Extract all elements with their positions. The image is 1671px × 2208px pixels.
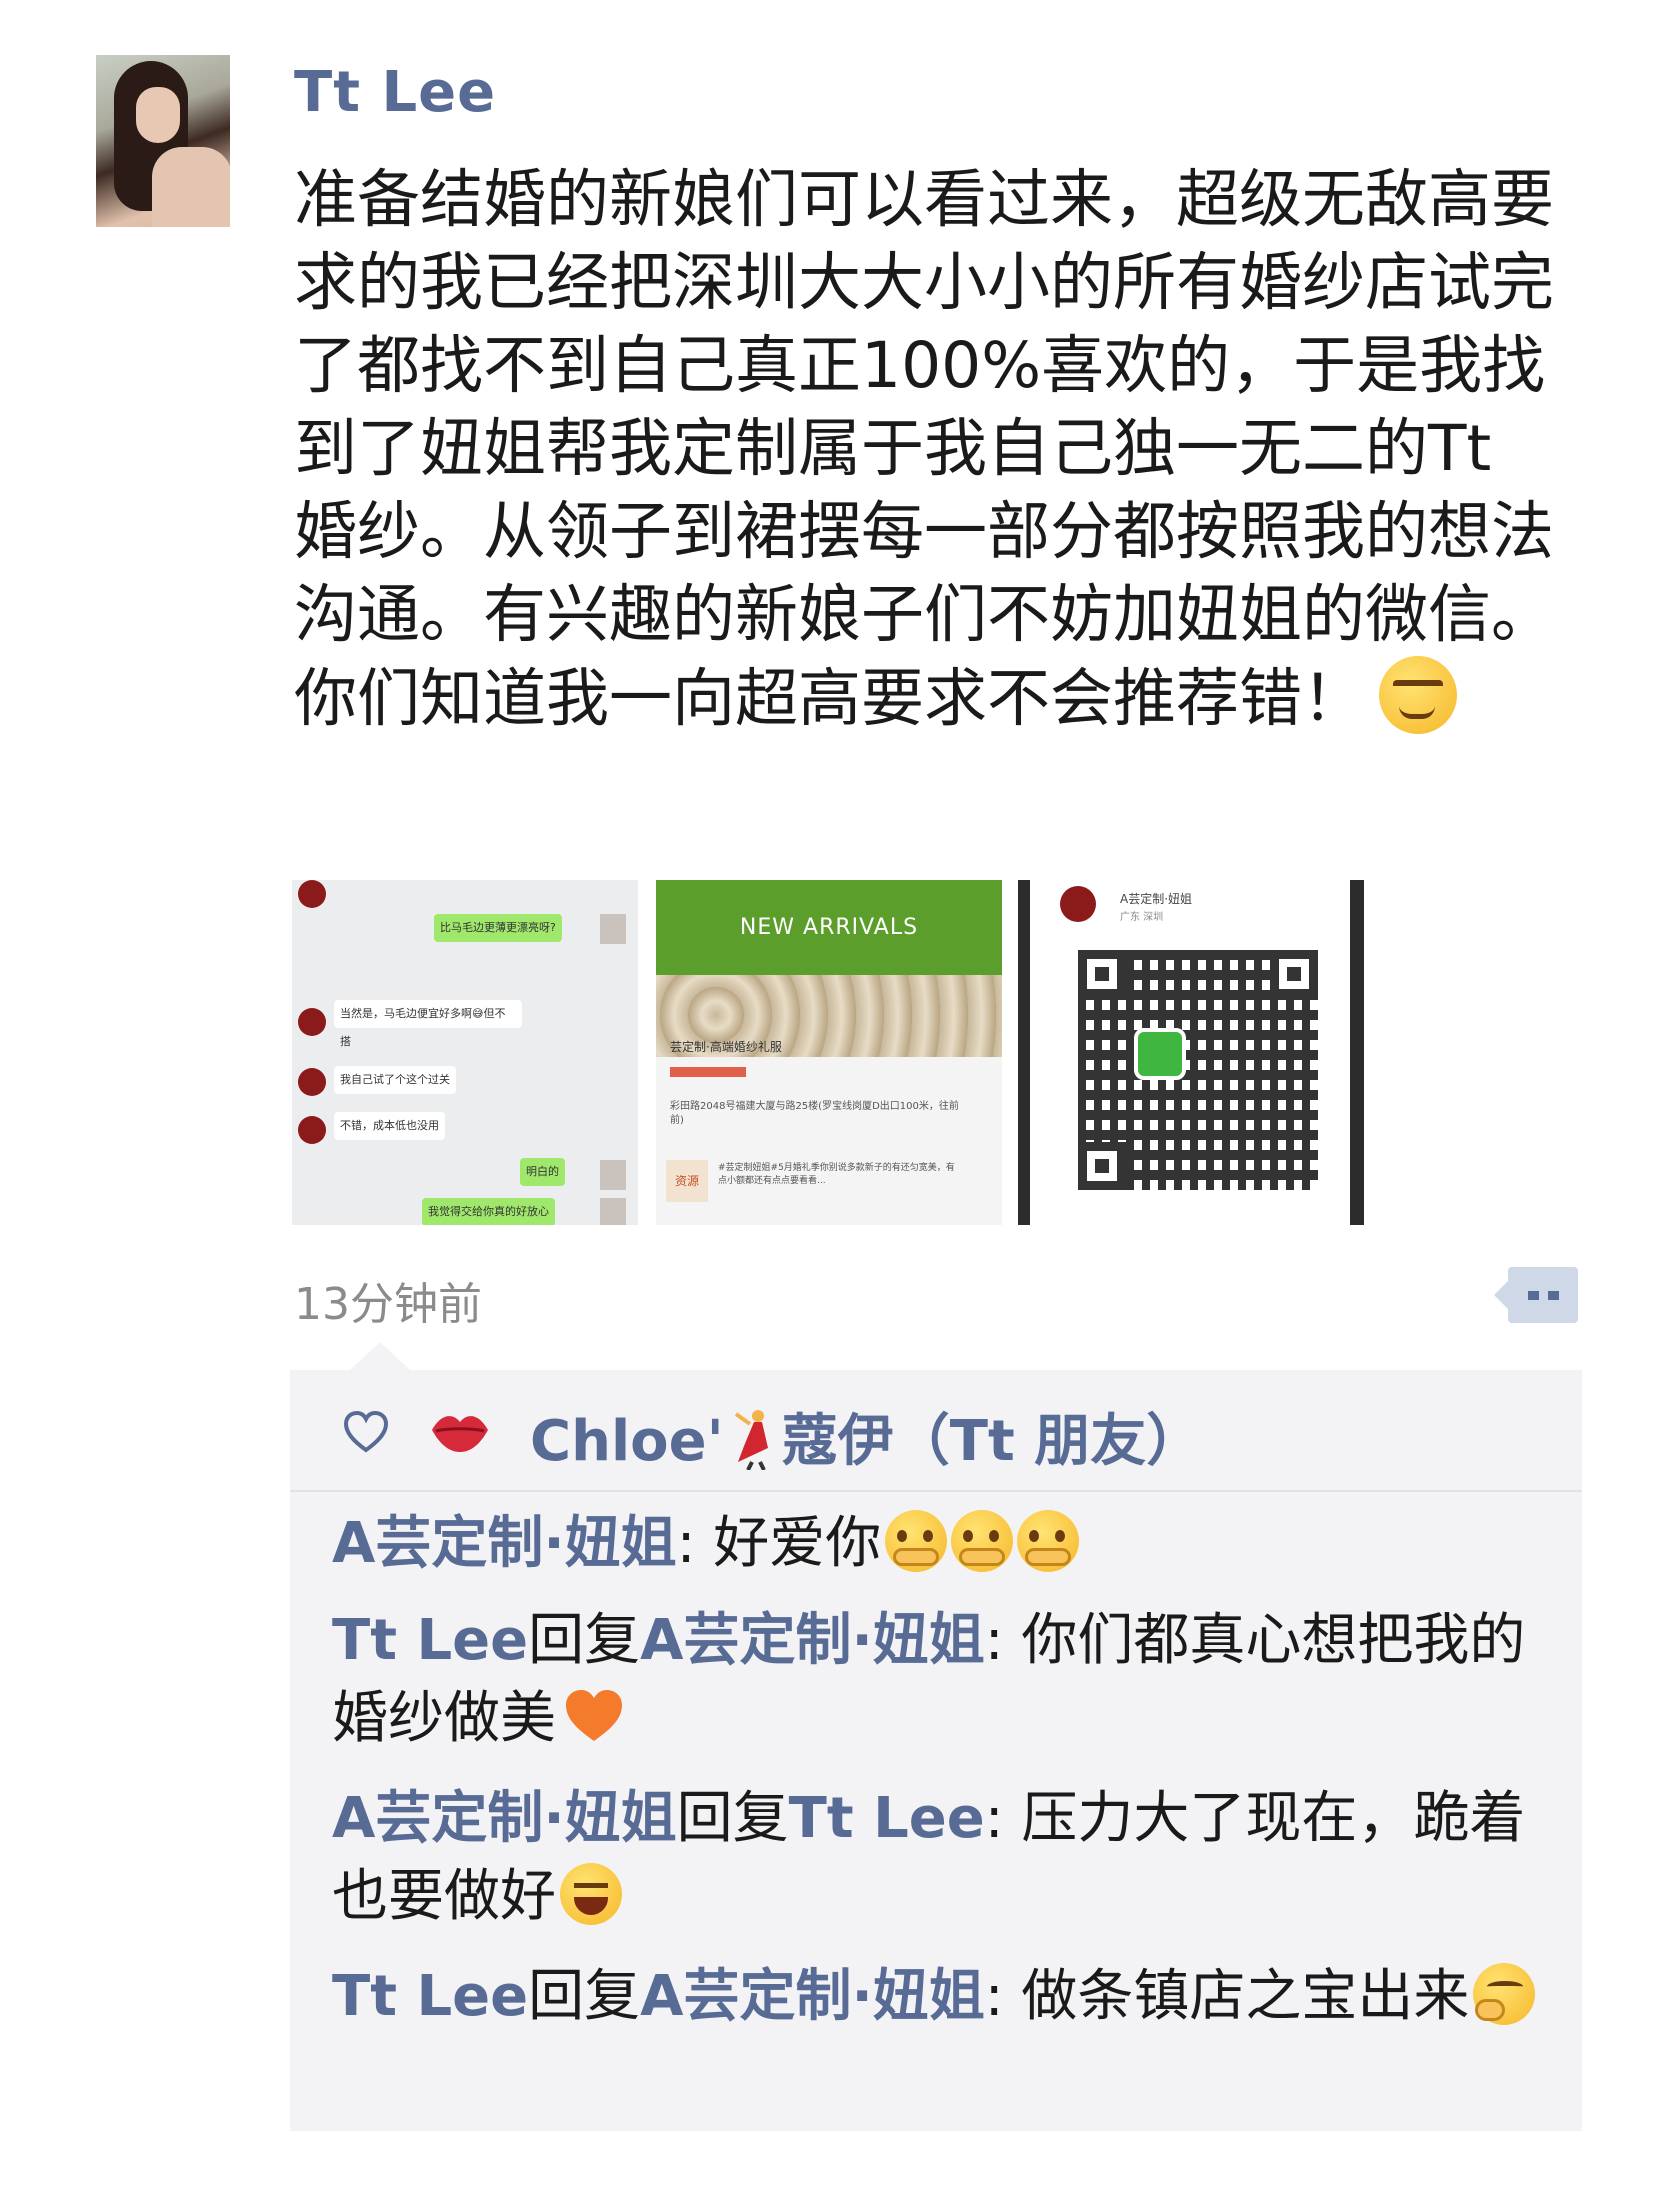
like-name[interactable]: 蔻伊（Tt 朋友）	[782, 1409, 1202, 1474]
hug-emoji-icon	[1017, 1510, 1080, 1572]
lips-icon	[432, 1416, 488, 1452]
chat-avatar-icon	[600, 1160, 626, 1190]
comments-panel: Chloe' 蔻伊（Tt 朋友） A芸定制·妞姐: 好爱你 Tt Lee回复A芸定…	[290, 1342, 1582, 2131]
qr-finder-icon	[1078, 1142, 1126, 1190]
post-timestamp: 13分钟前	[294, 1279, 482, 1330]
likes-names[interactable]: Chloe' 蔻伊（Tt 朋友）	[530, 1396, 1202, 1477]
chat-avatar-icon	[298, 1116, 326, 1144]
chat-avatar-icon	[600, 1198, 626, 1225]
reply-target[interactable]: A芸定制·妞姐	[640, 1964, 985, 2029]
comment-author[interactable]: A芸定制·妞姐	[332, 1786, 677, 1851]
chat-avatar-icon	[298, 880, 326, 908]
qr-owner-region: 广东 深圳	[1120, 912, 1164, 923]
thinking-emoji-icon	[1473, 1963, 1536, 2025]
chat-bubble: 我自己试了个这个过关	[334, 1066, 456, 1094]
comment-item[interactable]: A芸定制·妞姐回复Tt Lee: 压力大了现在，跪着也要做好	[332, 1780, 1562, 1936]
chat-bubble: 明白的	[520, 1158, 565, 1186]
chat-avatar-icon	[298, 1068, 326, 1096]
chat-bubble: 不错，成本低也没用	[334, 1112, 445, 1140]
chat-bubble: 我觉得交给你真的好放心	[422, 1198, 555, 1225]
reply-word: 回复	[528, 1964, 641, 2029]
comment-author[interactable]: Tt Lee	[332, 1964, 528, 2029]
qr-card: A芸定制·妞姐 广东 深圳	[1030, 880, 1350, 1225]
qr-owner-avatar-icon	[1060, 886, 1096, 922]
author-avatar[interactable]	[96, 55, 230, 227]
wechat-logo-icon	[1134, 1028, 1186, 1080]
qr-code-icon	[1078, 950, 1318, 1190]
shop-address: 彩田路2048号福建大厦与路25楼(罗宝线岗厦D出口100米，往前前)	[670, 1101, 959, 1126]
avatar-body	[152, 147, 230, 227]
reply-word: 回复	[528, 1608, 641, 1673]
reply-target[interactable]: Tt Lee	[789, 1786, 985, 1851]
comment-item[interactable]: Tt Lee回复A芸定制·妞姐: 你们都真心想把我的婚纱做美	[332, 1602, 1562, 1758]
comment-text: : 好爱你	[676, 1511, 882, 1576]
likes-row: Chloe' 蔻伊（Tt 朋友）	[290, 1370, 1582, 1492]
laughing-tears-emoji-icon	[560, 1863, 622, 1925]
qr-owner-name: A芸定制·妞姐	[1120, 892, 1193, 906]
shop-banner: NEW ARRIVALS	[656, 880, 1002, 975]
image-chat-screenshot[interactable]: 比马毛边更薄更漂亮呀? 当然是，马毛边便宜好多啊😅但不搭 我自己试了个这个过关 …	[292, 880, 638, 1225]
comment-text: : 做条镇店之宝出来	[984, 1964, 1470, 2029]
image-qr-code[interactable]: A芸定制·妞姐 广东 深圳	[1018, 880, 1364, 1225]
comment-item[interactable]: A芸定制·妞姐: 好爱你	[332, 1505, 1562, 1583]
rating-stars-icon	[670, 1067, 746, 1077]
dot-icon	[1528, 1291, 1539, 1300]
comment-author[interactable]: Tt Lee	[332, 1608, 528, 1673]
post-author-name[interactable]: Tt Lee	[294, 60, 496, 125]
avatar-face	[136, 87, 180, 143]
chat-avatar-icon	[600, 914, 626, 944]
hug-emoji-icon	[951, 1510, 1014, 1572]
image-shop-page[interactable]: NEW ARRIVALS 芸定制·高端婚纱礼服 彩田路2048号福建大厦与路25…	[656, 880, 1002, 1225]
qr-finder-icon	[1270, 950, 1318, 998]
dancer-icon	[734, 1410, 768, 1470]
reply-target[interactable]: A芸定制·妞姐	[640, 1608, 985, 1673]
dot-icon	[1548, 1291, 1559, 1300]
like-name[interactable]: Chloe'	[530, 1409, 724, 1474]
smirk-emoji-icon	[1379, 656, 1457, 734]
shop-promo: #芸定制妞姐#5月婚礼季你别说多款新子的有还匀宽美，有点小额都还有点点要看看..…	[718, 1163, 955, 1186]
more-actions-button[interactable]	[1494, 1267, 1578, 1323]
hug-emoji-icon	[885, 1510, 948, 1572]
orange-heart-icon	[566, 1690, 622, 1741]
heart-outline-icon	[343, 1410, 389, 1453]
comment-author[interactable]: A芸定制·妞姐	[332, 1511, 677, 1576]
post-text: 准备结婚的新娘们可以看过来，超级无敌高要求的我已经把深圳大大小小的所有婚纱店试完…	[294, 158, 1554, 740]
post-body: 准备结婚的新娘们可以看过来，超级无敌高要求的我已经把深圳大大小小的所有婚纱店试完…	[294, 163, 1554, 735]
chat-bubble: 当然是，马毛边便宜好多啊😅但不搭	[334, 1000, 522, 1048]
comment-item[interactable]: Tt Lee回复A芸定制·妞姐: 做条镇店之宝出来	[332, 1958, 1562, 2036]
chat-avatar-icon	[298, 1008, 326, 1036]
reply-word: 回复	[676, 1786, 789, 1851]
shop-name: 芸定制·高端婚纱礼服	[670, 1040, 782, 1054]
qr-finder-icon	[1078, 950, 1126, 998]
shop-badge: 资源	[666, 1160, 708, 1202]
chat-bubble: 比马毛边更薄更漂亮呀?	[434, 914, 562, 942]
